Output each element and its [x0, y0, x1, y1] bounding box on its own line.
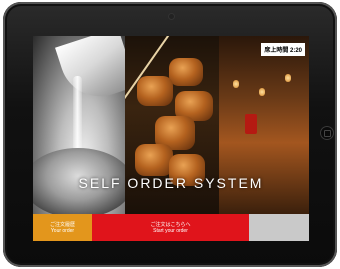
start-order-button[interactable]: ご注文はこちらへ Start your order — [92, 214, 249, 241]
home-button[interactable] — [320, 126, 334, 140]
bottom-action-bar: ご注文履歴 Your order ご注文はこちらへ Start your ord… — [33, 214, 309, 241]
seat-time-badge: 席上時間 2:20 — [261, 43, 305, 56]
yakitori-piece — [135, 144, 173, 176]
gray-button[interactable] — [249, 214, 309, 241]
lamp — [233, 80, 239, 88]
sake-bottle — [55, 36, 125, 107]
lamp — [259, 88, 265, 96]
order-history-label-en: Your order — [50, 227, 75, 234]
page-title: SELF ORDER SYSTEM — [78, 175, 264, 191]
yakitori-piece — [169, 58, 203, 86]
red-lantern — [245, 114, 257, 134]
sake-pour — [73, 76, 82, 156]
lamp — [285, 74, 291, 82]
order-history-button[interactable]: ご注文履歴 Your order — [33, 214, 92, 241]
camera-icon — [169, 14, 174, 19]
app-screen: ●●● 席上時間 2:20 SELF ORDER SYSTEM ご注文履歴 Yo… — [33, 36, 309, 241]
yakitori-piece — [137, 76, 173, 106]
start-order-label-en: Start your order — [153, 227, 188, 234]
